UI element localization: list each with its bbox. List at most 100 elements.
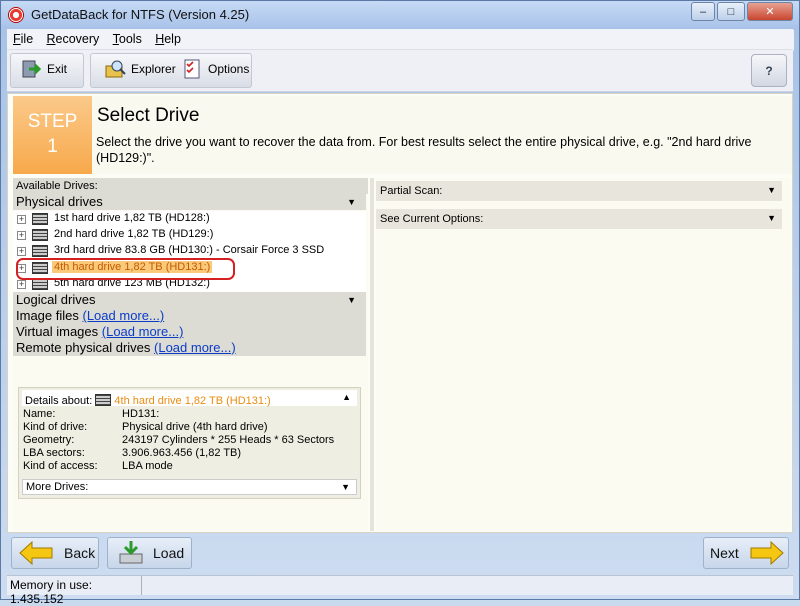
menu-access-key: T — [112, 32, 119, 46]
collapse-up-icon: ▲ — [342, 392, 351, 402]
more-drives-dropdown[interactable]: More Drives: ▼ — [22, 479, 357, 495]
title-bar: GetDataBack for NTFS (Version 4.25) – □ … — [1, 1, 799, 29]
exit-label: Exit — [47, 62, 68, 76]
details-panel: Details about: 4th hard drive 1,82 TB (H… — [18, 387, 361, 499]
status-cell-empty — [142, 576, 790, 595]
menu-access-key: H — [155, 32, 165, 46]
options-button[interactable]: Options — [182, 55, 249, 83]
image-files-load-more-link[interactable]: (Load more...) — [83, 308, 165, 323]
detail-value: 3.906.963.456 (1,82 TB) — [122, 447, 242, 459]
virtual-images-load-more-link[interactable]: (Load more...) — [102, 324, 184, 339]
remote-drives-load-more-link[interactable]: (Load more...) — [154, 340, 236, 355]
remote-drives-label: Remote physical drives — [16, 340, 151, 355]
navigation-bar: Back Load Next — [7, 534, 793, 574]
partial-scan-label: Partial Scan: — [380, 185, 443, 197]
image-files-label: Image files — [16, 308, 79, 323]
exit-icon — [21, 58, 43, 80]
next-label: Next — [710, 545, 739, 561]
step-label: STEP — [27, 111, 78, 132]
physical-drives-label: Physical drives — [16, 194, 103, 209]
drive-row[interactable]: + 2nd hard drive 1,82 TB (HD129:) — [13, 227, 366, 243]
explorer-icon — [105, 58, 127, 80]
hard-drive-icon — [32, 229, 48, 241]
details-about-label: Details about: — [25, 395, 93, 407]
expand-icon[interactable]: + — [17, 231, 26, 240]
remote-drives-row: Remote physical drives (Load more...) — [16, 340, 236, 355]
current-options-dropdown[interactable]: See Current Options: ▼ — [376, 209, 782, 229]
memory-status: Memory in use: 1.435.152 — [7, 576, 142, 606]
hard-drive-icon — [95, 394, 112, 406]
menu-bar: File Recovery Tools Help — [7, 29, 793, 50]
load-icon — [119, 541, 143, 564]
more-drives-label: More Drives: — [26, 481, 89, 493]
drive-row[interactable]: + 1st hard drive 1,82 TB (HD128:) — [13, 211, 366, 227]
expand-icon[interactable]: + — [17, 215, 26, 224]
detail-value: 243197 Cylinders * 255 Heads * 63 Sector… — [122, 434, 335, 446]
panel-splitter[interactable] — [370, 178, 374, 531]
close-button[interactable]: ✕ — [747, 2, 793, 21]
page-title: Select Drive — [97, 105, 200, 126]
step-description: Select the drive you want to recover the… — [96, 135, 752, 165]
minimize-button[interactable]: – — [691, 2, 715, 21]
back-label: Back — [64, 545, 96, 561]
current-options-label: See Current Options: — [380, 213, 484, 225]
logical-drives-label: Logical drives — [16, 292, 96, 307]
status-bar: Memory in use: 1.435.152 — [7, 575, 793, 606]
image-files-row: Image files (Load more...) — [16, 308, 164, 323]
help-icon: ? — [765, 63, 773, 78]
main-content: STEP 1 Select Drive Select the drive you… — [7, 93, 793, 533]
load-button[interactable]: Load — [107, 537, 192, 569]
menu-tools[interactable]: Tools — [107, 29, 146, 46]
detail-key: Name: — [23, 408, 56, 420]
expand-icon[interactable]: + — [17, 280, 26, 289]
drives-panel: Available Drives: Physical drives ▼ + 1s… — [13, 178, 368, 531]
options-icon — [182, 58, 204, 80]
next-button[interactable]: Next — [703, 537, 789, 569]
explorer-label: Explorer — [131, 62, 176, 76]
menu-recovery[interactable]: Recovery — [41, 29, 104, 46]
window-title: GetDataBack for NTFS (Version 4.25) — [31, 7, 250, 22]
step-number: 1 — [47, 135, 58, 157]
hard-drive-icon — [32, 213, 48, 225]
back-arrow-icon — [19, 540, 53, 566]
detail-value: HD131: — [122, 408, 160, 420]
detail-key: LBA sectors: — [23, 447, 85, 459]
available-drives-label: Available Drives: — [13, 178, 368, 194]
drive-label: 1st hard drive 1,82 TB (HD128:) — [54, 212, 210, 224]
details-header[interactable]: Details about: 4th hard drive 1,82 TB (H… — [22, 390, 357, 407]
partial-scan-dropdown[interactable]: Partial Scan: ▼ — [376, 181, 782, 201]
explorer-button[interactable]: Explorer — [105, 55, 176, 83]
drive-row[interactable]: + 3rd hard drive 83.8 GB (HD130:) - Cors… — [13, 243, 366, 259]
collapse-arrow-icon: ▼ — [347, 295, 356, 305]
step-badge: STEP 1 — [13, 96, 92, 174]
physical-drive-list: + 1st hard drive 1,82 TB (HD128:) + 2nd … — [13, 211, 366, 293]
next-arrow-icon — [750, 540, 784, 566]
load-label: Load — [153, 545, 185, 561]
hard-drive-icon — [32, 245, 48, 257]
expand-icon[interactable]: + — [17, 247, 26, 256]
detail-value: LBA mode — [122, 460, 173, 472]
back-button[interactable]: Back — [11, 537, 99, 569]
menu-access-key: F — [13, 32, 21, 46]
virtual-images-label: Virtual images — [16, 324, 99, 339]
step-header: Select Drive Select the drive you want t… — [92, 96, 792, 174]
menu-access-key: R — [46, 32, 56, 46]
options-panel: Partial Scan: ▼ See Current Options: ▼ — [376, 178, 790, 531]
details-selected-drive: 4th hard drive 1,82 TB (HD131:) — [114, 395, 271, 407]
help-button[interactable]: ? — [751, 54, 787, 87]
exit-button[interactable]: Exit — [21, 55, 67, 83]
logical-drives-header[interactable]: Logical drives ▼ — [13, 292, 366, 308]
chevron-down-icon: ▼ — [767, 213, 776, 223]
detail-key: Kind of drive: — [23, 421, 88, 433]
drive-label: 3rd hard drive 83.8 GB (HD130:) - Corsai… — [54, 244, 325, 256]
maximize-button[interactable]: □ — [717, 2, 745, 21]
chevron-down-icon: ▼ — [341, 482, 350, 492]
toolbar: Exit Explorer Options ? — [7, 50, 793, 92]
chevron-down-icon: ▼ — [767, 185, 776, 195]
options-label: Options — [208, 62, 250, 76]
physical-drives-header[interactable]: Physical drives ▼ — [13, 194, 366, 210]
menu-file[interactable]: File — [7, 29, 37, 46]
drive-label: 2nd hard drive 1,82 TB (HD129:) — [54, 228, 214, 240]
collapse-arrow-icon: ▼ — [347, 197, 356, 207]
menu-help[interactable]: Help — [149, 29, 185, 46]
